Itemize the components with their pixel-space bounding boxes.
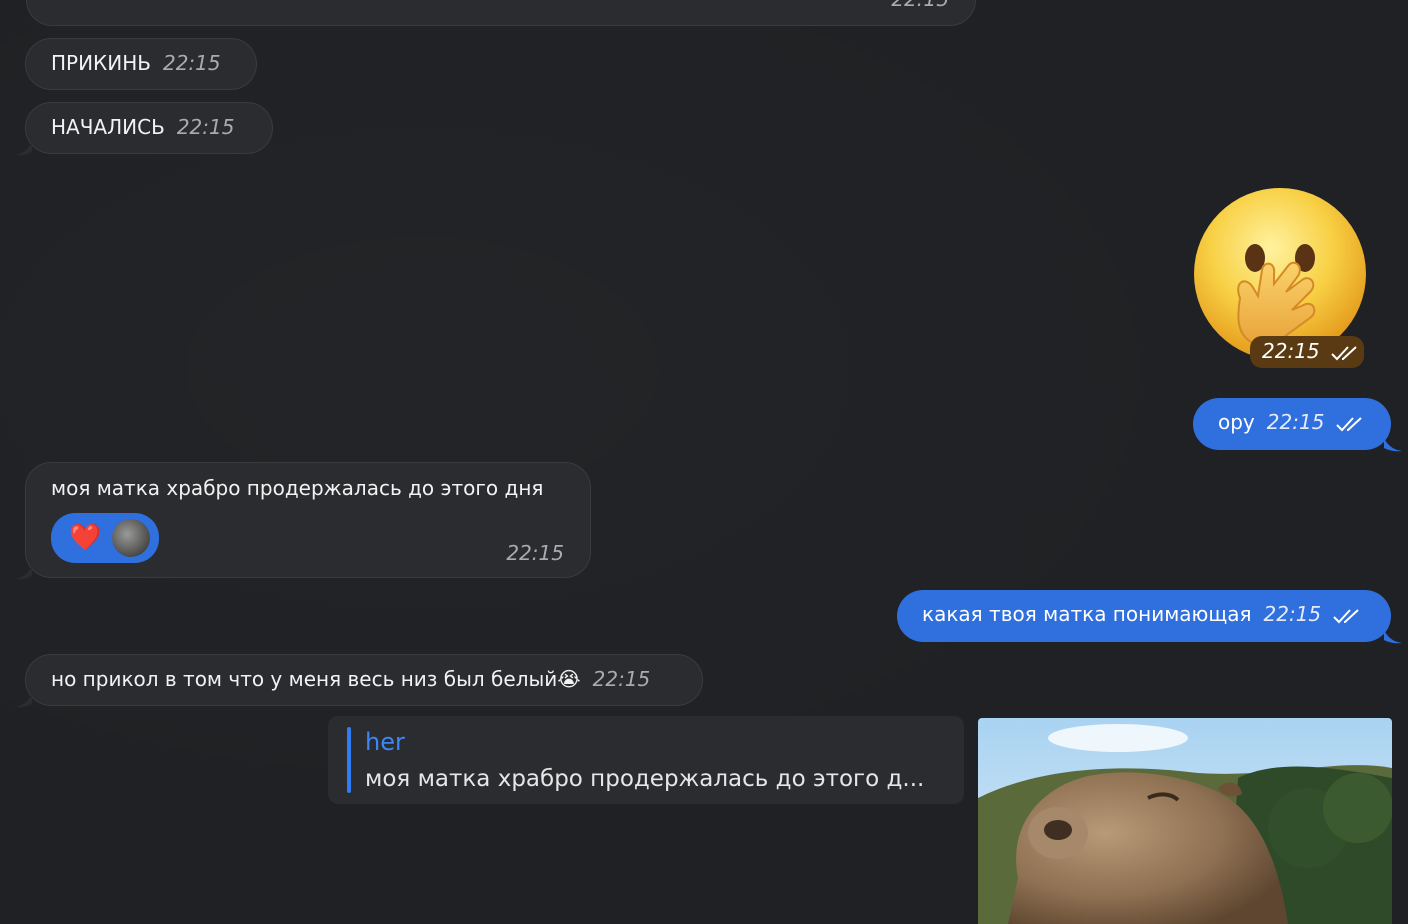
message-bubble-incoming[interactable]: ПРИКИНЬ 22:15 [25, 38, 257, 90]
bubble-tail [14, 566, 32, 580]
loudly-crying-face-icon: 😭 [557, 667, 581, 691]
message-bubble-incoming[interactable]: но прикол в том что у меня весь низ был … [25, 654, 703, 706]
message-text: но прикол в том что у меня весь низ был … [51, 667, 558, 691]
message-time: 22:15 [1262, 339, 1320, 363]
message-text: НАЧАЛИСЬ [51, 115, 165, 139]
message-text: ПРИКИНЬ [51, 51, 151, 75]
sticker-time-badge: 22:15 [1250, 336, 1364, 368]
message-time: 22:15 [1263, 602, 1322, 626]
message-bubble-incoming[interactable]: 22:15 [26, 0, 976, 26]
double-check-icon [1336, 416, 1362, 431]
capybara-image [978, 718, 1392, 924]
message-time: 22:15 [506, 541, 564, 565]
double-check-icon [1331, 345, 1357, 360]
message-time: 22:15 [162, 51, 221, 75]
message-time: 22:15 [1266, 410, 1325, 434]
message-bubble-incoming[interactable]: НАЧАЛИСЬ 22:15 [25, 102, 273, 154]
avatar [112, 519, 150, 557]
reply-author: her [365, 728, 405, 756]
message-bubble-outgoing[interactable]: какая твоя матка понимающая 22:15 [897, 590, 1391, 642]
message-text: ору [1218, 410, 1255, 434]
message-text: какая твоя матка понимающая [922, 602, 1252, 626]
message-time: 22:15 [592, 667, 651, 691]
bubble-tail [1384, 630, 1402, 644]
message-time: 22:15 [176, 115, 235, 139]
bubble-tail [14, 142, 32, 156]
reply-accent-bar [347, 727, 351, 793]
reply-quote: моя матка храбро продержалась до этого д… [365, 766, 925, 792]
heart-reaction-icon: ❤️ [69, 523, 102, 553]
bubble-tail [1384, 438, 1402, 452]
bubble-tail [14, 694, 32, 708]
chat-area: 22:15 ПРИКИНЬ 22:15 НАЧАЛИСЬ 22:15 [0, 0, 1408, 924]
reaction-chip[interactable]: ❤️ [51, 513, 159, 563]
message-time: 22:15 [891, 0, 949, 11]
double-check-icon [1332, 608, 1359, 623]
reply-preview[interactable]: her моя матка храбро продержалась до это… [328, 716, 964, 804]
message-bubble-outgoing[interactable]: ору 22:15 [1193, 398, 1391, 450]
message-text: моя матка храбро продержалась до этого д… [51, 476, 544, 500]
photo-capybara[interactable] [978, 718, 1392, 924]
